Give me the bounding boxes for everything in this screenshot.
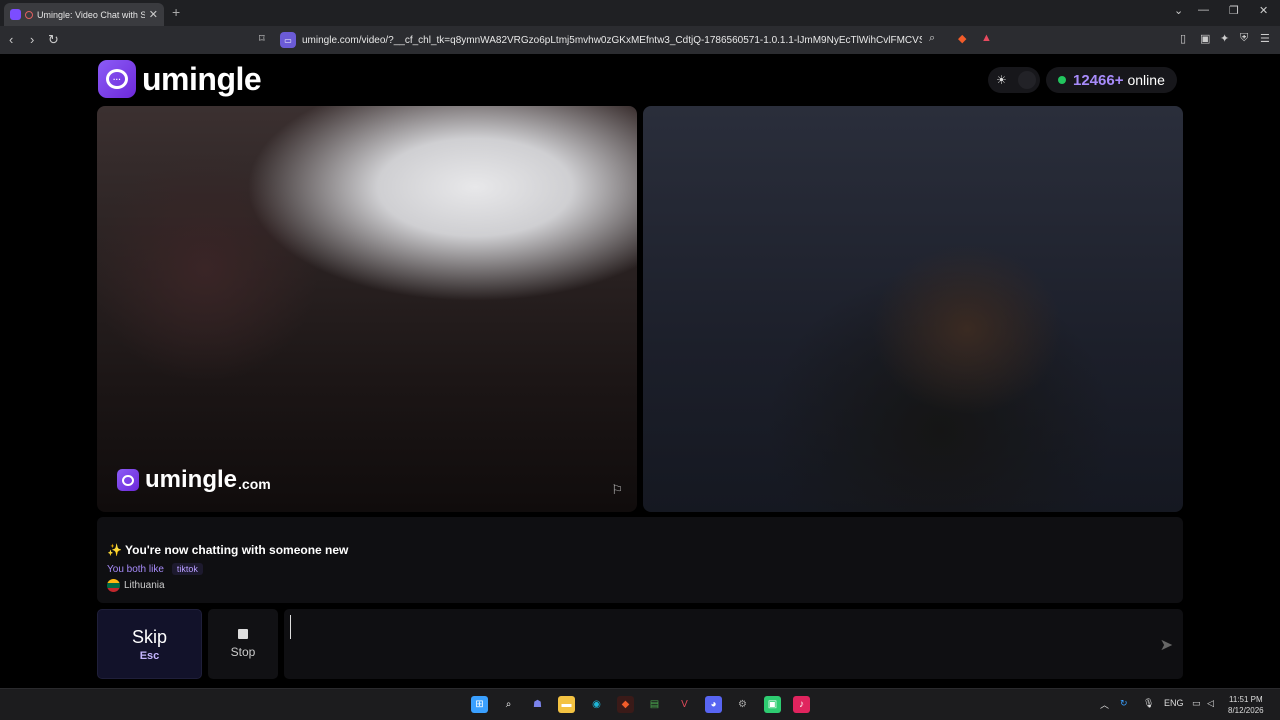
microphone-icon[interactable]: 🎙 (1143, 698, 1154, 709)
stranger-country: Lithuania (107, 579, 1173, 592)
brave-shield-icon[interactable]: ◆ (958, 32, 966, 45)
vpn-icon[interactable]: ⛨ (1240, 32, 1248, 45)
sync-icon[interactable]: ↻ (1120, 698, 1128, 709)
zoom-icon[interactable]: ⌕ (929, 32, 935, 45)
lithuania-flag-icon (107, 579, 120, 592)
umingle-favicon-icon (10, 9, 21, 20)
search-icon[interactable]: ⌕ (500, 696, 517, 713)
tray-overflow-icon[interactable]: ︿ (1100, 698, 1109, 711)
tiktok-icon[interactable]: ♪ (793, 696, 810, 713)
reload-button[interactable]: ↻ (48, 32, 59, 48)
file-explorer-icon[interactable]: ▬ (558, 696, 575, 713)
app-v-icon[interactable]: V (676, 696, 693, 713)
self-video (643, 106, 1183, 512)
restore-button[interactable]: ❐ (1229, 4, 1239, 17)
umingle-page: ··· umingle ☀ 12466+ online umingle .com… (0, 54, 1280, 688)
system-clock[interactable]: 11:51 PM 8/12/2026 (1228, 694, 1264, 716)
chat-input[interactable] (290, 615, 1130, 639)
skip-label: Skip (131, 626, 167, 647)
brave-rewards-icon[interactable]: ▲ (981, 32, 992, 44)
address-field[interactable]: ▭ umingle.com/video/?__cf_chl_tk=q8ymnWA… (280, 29, 1000, 51)
stranger-video: umingle .com ⚐ (97, 106, 637, 512)
windows-taskbar: ⊞ ⌕ ☗ ▬ ◉ ◆ ▤ V ◕ ⚙ ▣ ♪ ︿ ↻ 🎙 ENG ▭ ◁ 11… (0, 688, 1280, 720)
brave-icon[interactable]: ◆ (617, 696, 634, 713)
volume-icon[interactable]: ◁ (1207, 698, 1214, 709)
flag-icon[interactable]: ⚐ (611, 482, 623, 498)
browser-tab-bar: Umingle: Video Chat with Str ✕ + ⌄ — ❐ ✕ (0, 0, 1280, 26)
back-button[interactable]: ‹ (9, 32, 13, 47)
teams-icon[interactable]: ☗ (529, 696, 546, 713)
settings-icon[interactable]: ⚙ (734, 696, 751, 713)
minimize-button[interactable]: — (1198, 4, 1209, 16)
likes-label: You both like (107, 563, 164, 575)
menu-icon[interactable]: ☰ (1260, 32, 1270, 45)
skip-button[interactable]: Skip Esc (97, 609, 202, 679)
edge-icon[interactable]: ◉ (588, 696, 605, 713)
chat-info-panel: ✨ You're now chatting with someone new Y… (97, 517, 1183, 603)
forward-button[interactable]: › (30, 32, 34, 47)
chat-composer: ➤ (284, 609, 1183, 679)
logo-text: umingle (142, 60, 262, 97)
theme-toggle[interactable]: ☀ (988, 67, 1040, 93)
language-indicator[interactable]: ENG (1164, 698, 1184, 708)
tab-list-icon[interactable]: ⌄ (1174, 4, 1183, 17)
bookmark-icon[interactable]: ⌑ (259, 32, 265, 45)
sun-icon: ☀ (996, 73, 1007, 87)
send-icon[interactable]: ➤ (1160, 635, 1173, 655)
stop-button[interactable]: Stop (208, 609, 278, 679)
watermark-suffix: .com (238, 476, 271, 492)
online-count: 12466+ (1073, 71, 1124, 89)
wallet-icon[interactable]: ▣ (1200, 32, 1210, 45)
clock-time: 11:51 PM (1228, 695, 1263, 704)
stop-label: Stop (230, 645, 256, 659)
online-dot (1058, 76, 1066, 84)
clock-date: 8/12/2026 (1228, 706, 1264, 715)
new-tab-button[interactable]: + (172, 4, 180, 20)
start-icon[interactable]: ⊞ (471, 696, 488, 713)
country-name: Lithuania (124, 580, 165, 591)
watermark-logo-icon (117, 469, 139, 491)
umingle-logo[interactable]: ··· umingle (98, 60, 262, 98)
shared-interests: You both like tiktok (107, 563, 1173, 575)
leo-ai-icon[interactable]: ✦ (1220, 32, 1229, 45)
online-label: online (1127, 72, 1165, 88)
url-text: umingle.com/video/?__cf_chl_tk=q8ymnWA82… (302, 34, 922, 46)
notepad-icon[interactable]: ▤ (646, 696, 663, 713)
online-counter: 12466+ online (1046, 67, 1177, 93)
chat-status-message: ✨ You're now chatting with someone new (107, 543, 349, 557)
chat-bubble-icon: ··· (98, 60, 136, 98)
watermark-text: umingle (145, 466, 238, 493)
sidebar-icon[interactable]: ▯ (1180, 32, 1186, 45)
android-icon[interactable]: ▣ (764, 696, 781, 713)
tab-title: Umingle: Video Chat with Str (37, 9, 145, 20)
browser-toolbar: ‹ › ↻ ⌑ ▭ umingle.com/video/?__cf_chl_tk… (0, 26, 1280, 54)
recording-icon (25, 10, 33, 19)
video-watermark: umingle .com (117, 466, 271, 494)
network-icon[interactable]: ▭ (1192, 698, 1201, 709)
toggle-knob (1018, 71, 1036, 89)
stop-icon (238, 629, 248, 639)
site-info-icon[interactable]: ▭ (280, 32, 296, 48)
browser-tab[interactable]: Umingle: Video Chat with Str ✕ (4, 3, 164, 26)
discord-icon[interactable]: ◕ (705, 696, 722, 713)
skip-shortcut: Esc (139, 649, 160, 662)
close-window-button[interactable]: ✕ (1259, 4, 1268, 17)
tab-close-icon[interactable]: ✕ (149, 8, 158, 21)
interest-tag: tiktok (171, 563, 203, 575)
